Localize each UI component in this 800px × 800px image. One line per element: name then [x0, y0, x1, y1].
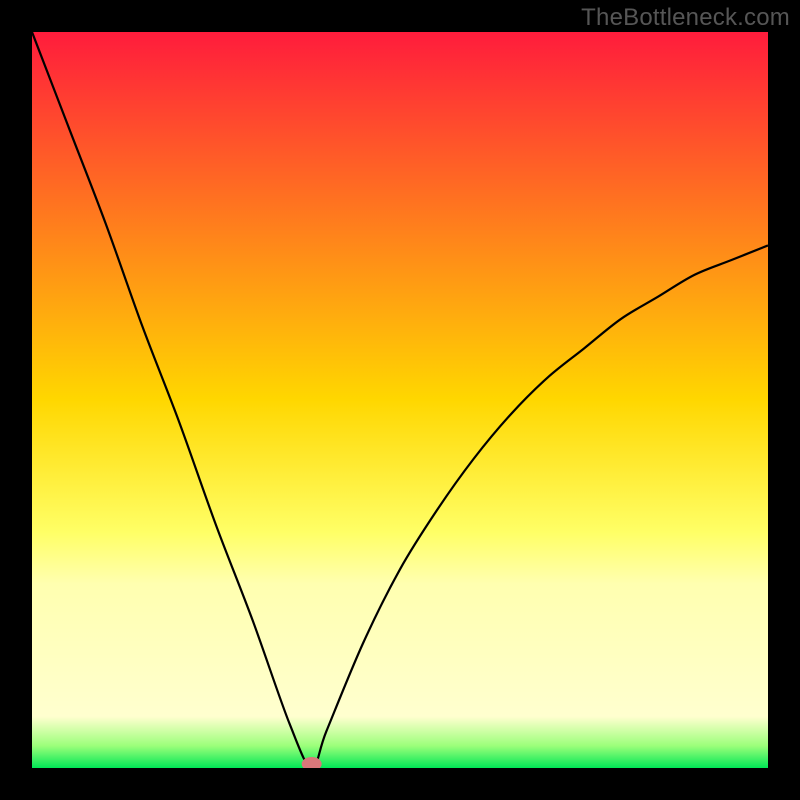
- watermark-label: TheBottleneck.com: [581, 4, 790, 32]
- plot-area: [32, 32, 768, 768]
- chart-frame: TheBottleneck.com: [0, 0, 800, 800]
- chart-svg: [32, 32, 768, 768]
- gradient-background: [32, 32, 768, 768]
